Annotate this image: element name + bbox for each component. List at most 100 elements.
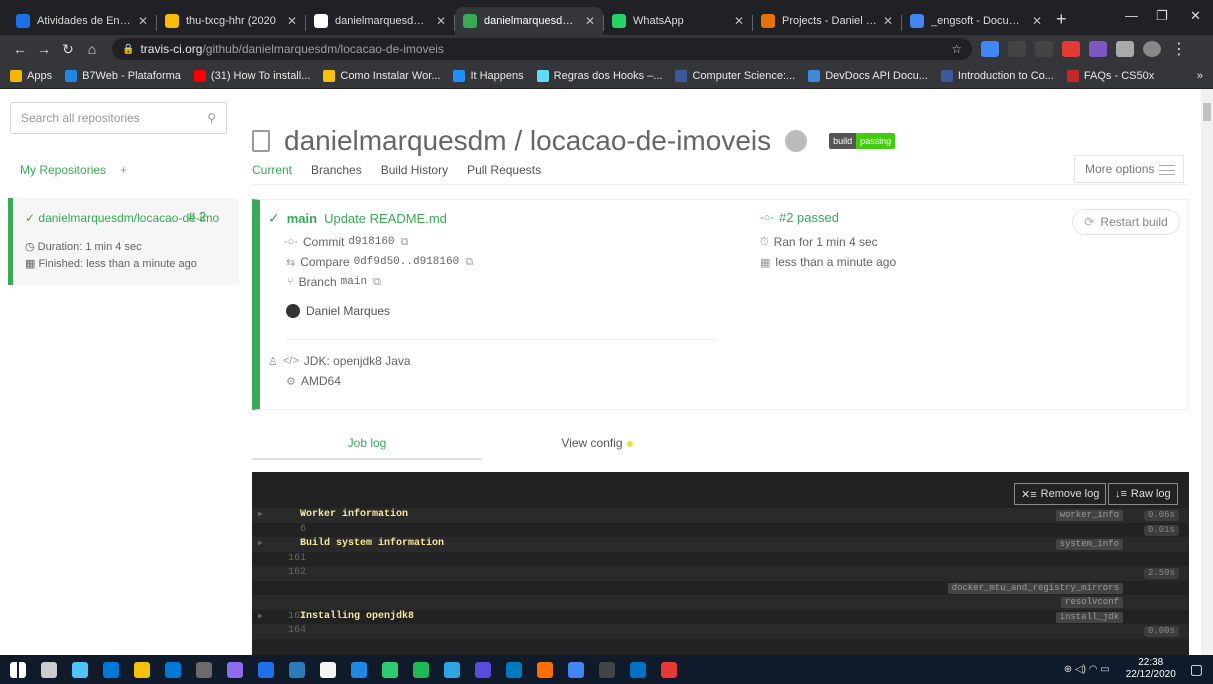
taskbar-app-icon[interactable] xyxy=(196,661,212,678)
taskbar-app-icon[interactable] xyxy=(444,661,460,678)
close-tab-icon[interactable]: ✕ xyxy=(734,14,744,28)
extension-icon[interactable] xyxy=(1089,41,1107,57)
scrollbar-thumb[interactable] xyxy=(1203,103,1211,121)
expand-arrow-icon[interactable]: ▶ xyxy=(258,610,263,625)
taskbar-app-icon[interactable] xyxy=(227,661,243,678)
notification-icon[interactable]: ▢ xyxy=(1190,661,1203,678)
repo-card-build-number[interactable]: # 2 xyxy=(188,209,206,224)
log-line-number[interactable]: 161 xyxy=(270,552,306,567)
more-options-button[interactable]: More options xyxy=(1074,155,1184,183)
taskbar-app-icon[interactable] xyxy=(661,661,677,678)
repo-card[interactable]: ✓ danielmarquesdm/locacao-de-imo # 2 ◷ D… xyxy=(8,198,239,285)
close-tab-icon[interactable]: ✕ xyxy=(1032,14,1042,28)
tray-icons[interactable]: ⊕ ◁) ◠ ▭ xyxy=(1064,664,1110,675)
my-repositories-tab[interactable]: My Repositories + xyxy=(20,163,127,177)
taskbar-app-icon[interactable] xyxy=(630,661,646,678)
log-line[interactable]: ▶ 163 Installing openjdk8 install_jdk xyxy=(252,610,1189,625)
github-icon[interactable] xyxy=(785,130,808,152)
profile-avatar[interactable] xyxy=(1143,41,1161,57)
bookmarks-overflow-icon[interactable]: » xyxy=(1197,70,1203,82)
close-tab-icon[interactable]: ✕ xyxy=(585,14,595,28)
expand-arrow-icon[interactable]: ▶ xyxy=(258,537,263,552)
browser-tab[interactable]: Projects - Daniel Marq ✕ xyxy=(753,7,901,35)
clock[interactable]: 22:38 22/12/2020 xyxy=(1126,657,1176,681)
windows-start-icon[interactable] xyxy=(10,661,26,678)
browser-tab[interactable]: WhatsApp ✕ xyxy=(604,7,752,35)
bookmark-item[interactable]: (31) How To install... xyxy=(193,69,310,82)
bookmark-item[interactable]: It Happens xyxy=(453,69,524,82)
branch-row[interactable]: ⑂ Branch main ⧉ xyxy=(287,275,386,289)
url-field[interactable]: 🔒 travis-ci.org/github/danielmarquesdm/l… xyxy=(112,38,972,60)
bookmark-item[interactable]: FAQs - CS50x xyxy=(1066,69,1154,82)
close-tab-icon[interactable]: ✕ xyxy=(883,14,893,28)
extension-icon[interactable] xyxy=(981,41,999,57)
browser-tab[interactable]: danielmarquesdm/loca ✕ xyxy=(455,7,603,35)
tab-current[interactable]: Current xyxy=(252,163,292,177)
browser-tab[interactable]: _engsoft - Documento ✕ xyxy=(902,7,1050,35)
menu-dots-icon[interactable]: ⋮ xyxy=(1171,39,1187,59)
close-tab-icon[interactable]: ✕ xyxy=(138,14,148,28)
taskbar-app-icon[interactable] xyxy=(537,661,553,678)
close-tab-icon[interactable]: ✕ xyxy=(287,14,297,28)
taskbar-app-icon[interactable] xyxy=(258,661,274,678)
home-icon[interactable]: ⌂ xyxy=(80,41,104,57)
log-line[interactable]: ▶ 1 Worker information worker_info 0.06s xyxy=(252,508,1189,523)
expand-arrow-icon[interactable]: ▶ xyxy=(258,508,263,523)
taskbar-app-icon[interactable] xyxy=(289,661,305,678)
taskbar-app-icon[interactable] xyxy=(382,661,398,678)
close-tab-icon[interactable]: ✕ xyxy=(436,14,446,28)
build-branch[interactable]: main xyxy=(287,211,317,226)
star-icon[interactable]: ☆ xyxy=(951,42,962,56)
log-line[interactable]: ▶ 7 Build system information system_info xyxy=(252,537,1189,552)
bookmark-item[interactable]: Apps xyxy=(10,69,52,82)
close-window-icon[interactable]: ✕ xyxy=(1190,8,1201,24)
bookmark-item[interactable]: Regras dos Hooks –... xyxy=(536,69,662,82)
taskbar-app-icon[interactable] xyxy=(506,661,522,678)
extension-icon[interactable] xyxy=(1008,41,1026,57)
bookmark-item[interactable]: DevDocs API Docu... xyxy=(808,69,928,82)
taskbar-app-icon[interactable] xyxy=(41,661,57,678)
log-line-number[interactable]: 6 xyxy=(270,523,306,538)
build-status-badge[interactable]: build passing xyxy=(829,133,896,149)
build-status[interactable]: -○- #2 passed xyxy=(760,210,839,225)
taskbar-app-icon[interactable] xyxy=(165,661,181,678)
raw-log-button[interactable]: ↓≡ Raw log xyxy=(1108,483,1178,505)
tab-build-history[interactable]: Build History xyxy=(381,163,448,177)
maximize-icon[interactable]: ❐ xyxy=(1156,8,1168,24)
back-icon[interactable]: ← xyxy=(8,41,32,57)
taskbar-app-icon[interactable] xyxy=(320,661,336,678)
extension-icon[interactable] xyxy=(1062,41,1080,57)
tab-branches[interactable]: Branches xyxy=(311,163,362,177)
taskbar-app-icon[interactable] xyxy=(599,661,615,678)
remove-log-button[interactable]: ✕≡ Remove log xyxy=(1014,483,1107,505)
tab-pull-requests[interactable]: Pull Requests xyxy=(467,163,541,177)
log-line-number[interactable]: 162 xyxy=(270,566,306,581)
tab-job-log[interactable]: Job log xyxy=(252,434,482,460)
bookmark-item[interactable]: B7Web - Plataforma xyxy=(65,69,181,82)
browser-tab[interactable]: Atividades de Engenha ✕ xyxy=(8,7,156,35)
compare-row[interactable]: ⇆ Compare 0df9d50..d918160 ⧉ xyxy=(286,255,478,269)
taskbar-app-icon[interactable] xyxy=(103,661,119,678)
browser-tab[interactable]: danielmarquesdm/loca ✕ xyxy=(306,7,454,35)
tab-view-config[interactable]: View config xyxy=(482,434,712,460)
restart-build-button[interactable]: ⟳ Restart build xyxy=(1072,209,1180,235)
bookmark-item[interactable]: Como Instalar Wor... xyxy=(323,69,440,82)
extension-icon[interactable] xyxy=(1035,41,1053,57)
browser-tab[interactable]: thu-txcg-hhr (2020 ✕ xyxy=(157,7,305,35)
taskbar-app-icon[interactable] xyxy=(72,661,88,678)
taskbar-app-icon[interactable] xyxy=(568,661,584,678)
new-tab-button[interactable]: + xyxy=(1056,9,1067,30)
commit-row[interactable]: -○- Commit d918160 ⧉ xyxy=(284,235,413,249)
forward-icon[interactable]: → xyxy=(32,41,56,57)
page-scrollbar[interactable] xyxy=(1201,89,1213,655)
add-repo-icon[interactable]: + xyxy=(120,163,127,177)
puzzle-icon[interactable] xyxy=(1116,41,1134,57)
taskbar-app-icon[interactable] xyxy=(134,661,150,678)
search-input[interactable]: Search all repositories ⚲ xyxy=(10,102,227,134)
bookmark-item[interactable]: Introduction to Co... xyxy=(940,69,1054,82)
taskbar-app-icon[interactable] xyxy=(351,661,367,678)
reload-icon[interactable]: ↻ xyxy=(56,41,80,58)
repo-title-text[interactable]: danielmarquesdm / locacao-de-imoveis xyxy=(284,125,771,157)
log-line-number[interactable]: 164 xyxy=(270,624,306,639)
taskbar-app-icon[interactable] xyxy=(413,661,429,678)
